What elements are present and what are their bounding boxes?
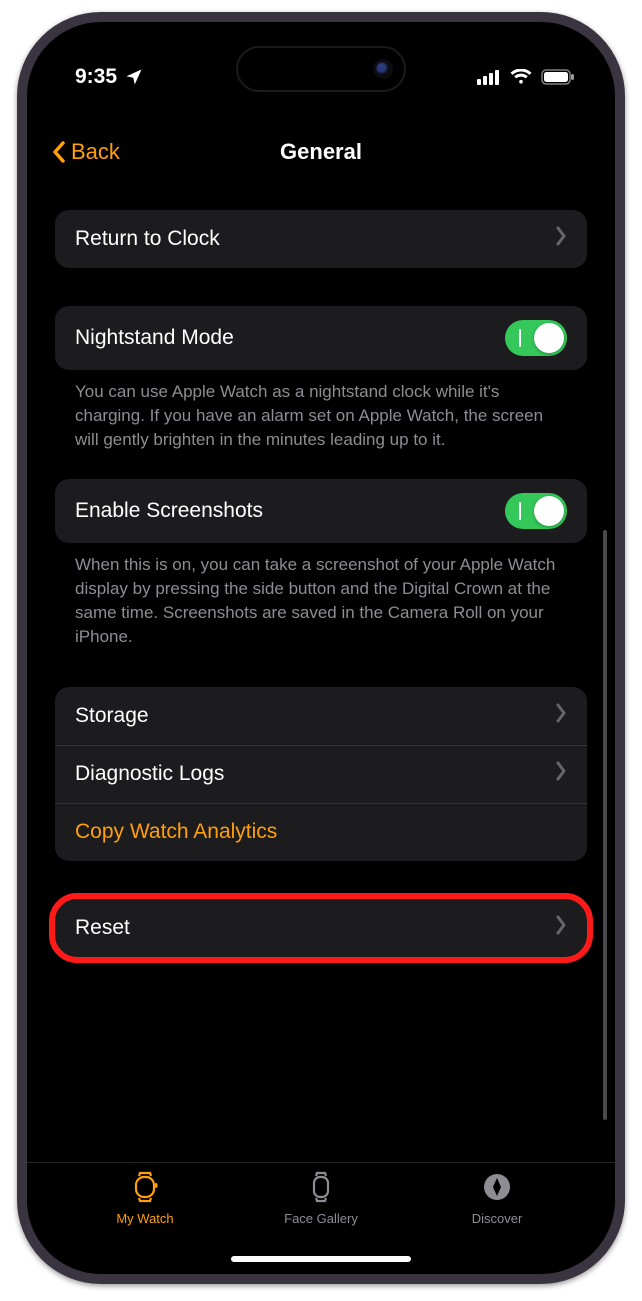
screenshots-label: Enable Screenshots [75, 499, 263, 523]
chevron-right-icon [555, 703, 567, 729]
scroll-indicator[interactable] [603, 530, 607, 1120]
tab-my-watch-label: My Watch [116, 1211, 173, 1226]
tab-face-gallery-label: Face Gallery [284, 1211, 358, 1226]
storage-group: Storage Diagnostic Logs Copy Watch Analy… [55, 687, 587, 861]
cellular-icon [477, 69, 501, 85]
tab-discover-label: Discover [472, 1211, 523, 1226]
screenshots-group: Enable Screenshots [55, 479, 587, 543]
tab-discover[interactable]: Discover [409, 1171, 585, 1226]
nightstand-group: Nightstand Mode [55, 306, 587, 370]
copy-analytics-label: Copy Watch Analytics [75, 820, 277, 844]
back-label: Back [71, 139, 120, 165]
back-button[interactable]: Back [51, 139, 120, 165]
return-to-clock-label: Return to Clock [75, 227, 220, 251]
screenshots-row[interactable]: Enable Screenshots [55, 479, 587, 543]
chevron-right-icon [555, 226, 567, 252]
tab-bar: My Watch Face Gallery Discover [27, 1162, 615, 1258]
tab-face-gallery[interactable]: Face Gallery [233, 1171, 409, 1226]
dynamic-island [236, 46, 406, 92]
storage-label: Storage [75, 704, 149, 728]
reset-highlight: Reset [55, 899, 587, 957]
chevron-right-icon [555, 915, 567, 941]
nav-bar: Back General [27, 122, 615, 182]
nightstand-label: Nightstand Mode [75, 326, 234, 350]
wifi-icon [510, 69, 532, 85]
location-icon [125, 68, 143, 86]
iphone-frame: 9:35 [17, 12, 625, 1284]
nightstand-toggle[interactable] [505, 320, 567, 356]
return-to-clock-row[interactable]: Return to Clock [55, 210, 587, 268]
chevron-left-icon [51, 140, 67, 164]
storage-row[interactable]: Storage [55, 687, 587, 745]
diagnostic-logs-row[interactable]: Diagnostic Logs [55, 745, 587, 803]
battery-icon [541, 69, 575, 85]
nightstand-footer: You can use Apple Watch as a nightstand … [55, 370, 587, 451]
compass-icon [481, 1171, 513, 1206]
screenshots-footer: When this is on, you can take a screensh… [55, 543, 587, 648]
watch-icon [129, 1171, 161, 1206]
power-button [615, 352, 621, 492]
front-camera [376, 62, 390, 76]
home-indicator[interactable] [231, 1256, 411, 1262]
copy-analytics-row[interactable]: Copy Watch Analytics [55, 803, 587, 861]
reset-group: Reset [55, 899, 587, 957]
settings-content: Return to Clock Nightstand Mode You can … [27, 210, 615, 1160]
nightstand-row[interactable]: Nightstand Mode [55, 306, 587, 370]
chevron-right-icon [555, 761, 567, 787]
return-to-clock-group: Return to Clock [55, 210, 587, 268]
face-gallery-icon [305, 1171, 337, 1206]
status-time: 9:35 [75, 65, 117, 89]
reset-row[interactable]: Reset [55, 899, 587, 957]
diagnostic-logs-label: Diagnostic Logs [75, 762, 224, 786]
screenshots-toggle[interactable] [505, 493, 567, 529]
page-title: General [280, 139, 362, 165]
reset-label: Reset [75, 916, 130, 940]
tab-my-watch[interactable]: My Watch [57, 1171, 233, 1226]
